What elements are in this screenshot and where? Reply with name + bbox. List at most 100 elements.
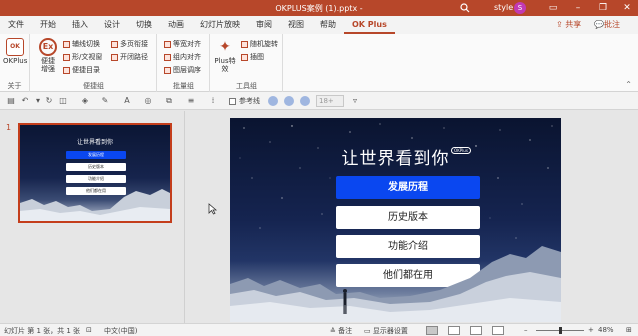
slide-canvas[interactable]: 让世界看到你 OKPlus 发展历程 历史版本 功能介绍 他们都在用 xyxy=(230,118,561,322)
group-align-icon xyxy=(164,53,171,61)
share-button[interactable]: ⇪ 共享 xyxy=(556,19,581,30)
convenience-enhance-button[interactable]: Ex 便捷 增强 xyxy=(37,38,59,73)
zoom-slider-thumb[interactable] xyxy=(559,327,562,334)
tab-5[interactable]: 动画 xyxy=(160,16,192,34)
group-tools: ✦ Plus特 效 随机旋转 插图 工具组 xyxy=(211,34,283,92)
save-icon[interactable]: ▤ xyxy=(6,96,16,106)
slide-sorter-icon[interactable] xyxy=(448,326,460,335)
open-close-path-icon xyxy=(111,53,118,61)
group-label-batch: 批量组 xyxy=(173,82,194,90)
tab-9[interactable]: 帮助 xyxy=(312,16,344,34)
mouse-cursor-icon xyxy=(208,203,218,215)
quick-toc-label: 便捷目录 xyxy=(72,66,100,74)
tab-1[interactable]: 开始 xyxy=(32,16,64,34)
style-dot-icon[interactable] xyxy=(284,96,294,106)
mountain-landscape xyxy=(230,246,561,322)
tab-8[interactable]: 视图 xyxy=(280,16,312,34)
style-dot-icon[interactable] xyxy=(268,96,278,106)
line-color-icon[interactable]: ✎ xyxy=(100,96,110,106)
slide-badge: OKPlus xyxy=(451,147,471,154)
person-silhouette xyxy=(343,289,347,314)
accessibility-icon[interactable]: ⊡ xyxy=(86,326,92,334)
slide-title[interactable]: 让世界看到你 xyxy=(230,144,561,169)
okplus-button[interactable]: OK OKPlus xyxy=(3,38,27,65)
zoom-in-icon[interactable]: + xyxy=(588,326,594,334)
share-label: 共享 xyxy=(565,20,582,29)
quick-toc-button[interactable]: 便捷目录 xyxy=(63,65,100,75)
slideshow-icon[interactable] xyxy=(492,326,504,335)
plus-effects-button[interactable]: ✦ Plus特 效 xyxy=(213,38,237,73)
style-dot-icon[interactable] xyxy=(300,96,310,106)
menu-button-history[interactable]: 发展历程 xyxy=(336,176,480,199)
close-button[interactable]: ✕ xyxy=(619,2,635,14)
fill-color-icon[interactable]: ◈ xyxy=(80,96,90,106)
random-rotate-button[interactable]: 随机旋转 xyxy=(241,39,278,49)
menu-button-versions[interactable]: 历史版本 xyxy=(336,206,480,229)
slide-editing-area: 让世界看到你 OKPlus 发展历程 历史版本 功能介绍 他们都在用 xyxy=(186,111,638,323)
open-close-path-button[interactable]: 开闭路径 xyxy=(111,52,148,62)
multi-page-link-button[interactable]: 多页衔接 xyxy=(111,39,148,49)
font-color-icon[interactable]: A xyxy=(122,96,132,106)
tab-6[interactable]: 幻灯片放映 xyxy=(192,16,248,34)
notes-button[interactable]: ≙ 备注 xyxy=(330,326,352,336)
layer-order-button[interactable]: 图层调序 xyxy=(164,65,201,75)
ribbon-tabs: 文件 开始 插入 设计 切换 动画 幻灯片放映 审阅 视图 帮助 OK Plus xyxy=(0,16,638,34)
language-status[interactable]: 中文(中国) xyxy=(104,326,137,336)
undo-icon[interactable]: ↶ xyxy=(20,96,30,106)
status-bar: 幻灯片 第 1 张，共 1 张 ⊡ 中文(中国) ≙ 备注 ▭ 显示器设置 – … xyxy=(0,323,638,336)
minimize-button[interactable]: – xyxy=(570,2,586,14)
reading-view-icon[interactable] xyxy=(470,326,482,335)
window-title: OKPLUS案例 (1).pptx - xyxy=(275,4,363,13)
tab-3[interactable]: 设计 xyxy=(96,16,128,34)
user-name[interactable]: style xyxy=(494,3,513,12)
guide-toggle-button[interactable]: 辅线切换 xyxy=(63,39,100,49)
search-icon[interactable] xyxy=(460,3,470,13)
tab-0[interactable]: 文件 xyxy=(0,16,32,34)
toolbar-more-icon[interactable]: ▿ xyxy=(350,96,360,106)
open-close-path-label: 开闭路径 xyxy=(120,53,148,61)
fit-slide-icon[interactable]: ⊞ xyxy=(626,326,632,334)
tab-7[interactable]: 审阅 xyxy=(248,16,280,34)
ribbon-display-options-icon[interactable]: ▭ xyxy=(545,2,561,14)
aux-line-checkbox[interactable]: 参考线 xyxy=(229,96,260,106)
group-align-button[interactable]: 组内对齐 xyxy=(164,52,201,62)
restore-button[interactable]: ❐ xyxy=(595,2,611,14)
slide-count: 幻灯片 第 1 张，共 1 张 xyxy=(4,327,81,335)
checkbox-box xyxy=(229,97,236,105)
paragraph-icon[interactable]: ⁞ xyxy=(208,96,218,106)
plus-effects-icon: ✦ xyxy=(219,39,231,55)
collapse-ribbon-icon[interactable]: ⌃ xyxy=(625,80,632,89)
aux-line-label: 参考线 xyxy=(239,97,260,105)
thumbnail-mountains xyxy=(20,189,170,221)
align-icon[interactable]: ≡ xyxy=(186,96,196,106)
tab-4[interactable]: 切换 xyxy=(128,16,160,34)
avatar[interactable]: S xyxy=(514,2,526,14)
tab-2[interactable]: 插入 xyxy=(64,16,96,34)
arrange-icon[interactable]: ⧉ xyxy=(164,96,174,106)
font-size-select[interactable]: 18+ xyxy=(316,95,344,107)
layers-icon[interactable]: ◎ xyxy=(143,96,153,106)
thumbnail-pane: 1 让世界看到你 发展历程 历史版本 功能介绍 他们都在用 xyxy=(0,111,185,323)
normal-view-icon[interactable] xyxy=(426,326,438,335)
equal-width-align-icon xyxy=(164,40,171,48)
zoom-level[interactable]: 48% xyxy=(598,326,614,334)
undo-dropdown-icon[interactable]: ▾ xyxy=(33,96,43,106)
insert-image-button[interactable]: 插图 xyxy=(241,52,264,62)
slide-thumbnail[interactable]: 让世界看到你 发展历程 历史版本 功能介绍 他们都在用 xyxy=(18,123,172,223)
okplus-logo-icon: OK xyxy=(6,38,24,56)
notes-label: 备注 xyxy=(338,327,353,335)
equal-width-align-label: 等宽对齐 xyxy=(173,40,201,48)
equal-width-align-button[interactable]: 等宽对齐 xyxy=(164,39,201,49)
tab-10[interactable]: OK Plus xyxy=(344,16,395,34)
shape-icon[interactable]: ◫ xyxy=(58,96,68,106)
thumbnail-title: 让世界看到你 xyxy=(76,139,113,146)
group-batch: 等宽对齐 组内对齐 图层调序 批量组 xyxy=(158,34,210,92)
display-settings-label: 显示器设置 xyxy=(372,327,408,335)
ribbon: OK OKPlus 关于 Ex 便捷 增强 辅线切换 形/文视窗 便捷目录 多页… xyxy=(0,34,638,92)
redo-icon[interactable]: ↻ xyxy=(44,96,54,106)
guide-toggle-label: 辅线切换 xyxy=(72,40,100,48)
comments-button[interactable]: 💬批注 xyxy=(594,19,620,30)
display-settings-button[interactable]: ▭ 显示器设置 xyxy=(364,326,408,336)
zoom-out-icon[interactable]: – xyxy=(524,326,528,334)
shape-text-view-button[interactable]: 形/文视窗 xyxy=(63,52,102,62)
